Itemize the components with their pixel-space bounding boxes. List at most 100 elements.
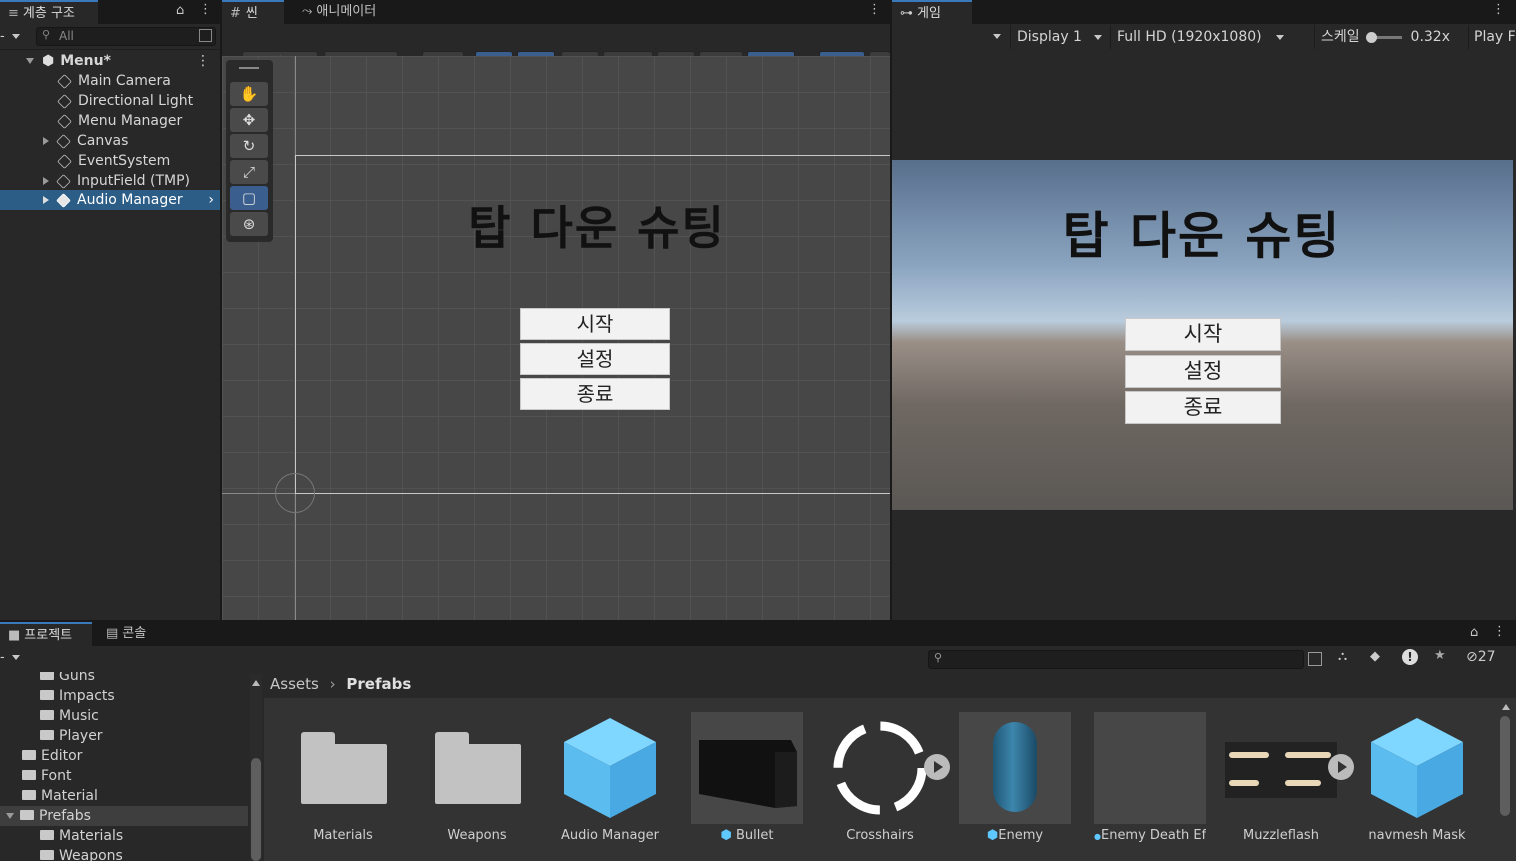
asset-tile[interactable]: Muzzleflash xyxy=(1225,712,1354,843)
play-preview-icon[interactable] xyxy=(1328,754,1354,780)
lock-icon[interactable]: ⌂ xyxy=(176,3,184,18)
asset-tile[interactable]: Crosshairs xyxy=(824,712,950,843)
collapse-icon[interactable] xyxy=(6,813,14,819)
hierarchy-item[interactable]: Canvas xyxy=(0,131,220,151)
asset-tile[interactable]: ⬢Enemy xyxy=(959,712,1071,843)
asset-grid-scrollbar[interactable] xyxy=(1500,702,1512,861)
folder-tree-item-selected[interactable]: Prefabs xyxy=(0,806,248,826)
eye-slash-icon: ⊘ xyxy=(1466,649,1478,665)
scroll-up-arrow-icon[interactable] xyxy=(1502,704,1510,710)
folder-tree-item[interactable]: Weapons xyxy=(0,846,248,861)
asset-tile[interactable]: ⬢ Bullet xyxy=(691,712,803,843)
slider-track[interactable] xyxy=(1366,31,1403,43)
expand-search-icon[interactable] xyxy=(1308,652,1322,666)
expand-icon[interactable] xyxy=(43,177,49,185)
slider-knob[interactable] xyxy=(1366,31,1378,43)
hierarchy-search-input[interactable]: ⚲ All xyxy=(36,27,216,46)
expand-search-icon[interactable] xyxy=(199,29,212,42)
prefab-small-icon: ⬢ xyxy=(720,828,732,843)
hand-tool-icon[interactable]: ✋ xyxy=(230,82,268,106)
kebab-menu-icon[interactable]: ⋮ xyxy=(868,2,881,17)
create-dropdown-icon[interactable]: - xyxy=(0,650,20,665)
asset-tile[interactable]: ●Enemy Death Ef... xyxy=(1094,712,1206,843)
transform-tool-icon[interactable]: ⊛ xyxy=(230,212,268,236)
drag-handle-icon[interactable] xyxy=(239,67,259,69)
folder-tree-item[interactable]: Editor xyxy=(0,746,248,766)
scale-tool-icon[interactable]: ⤢ xyxy=(230,160,268,184)
tab-animator[interactable]: ⤳ 애니메이터 xyxy=(294,0,414,24)
folder-tree-item[interactable]: Player xyxy=(0,726,248,746)
kebab-menu-icon[interactable]: ⋮ xyxy=(1492,2,1505,17)
scroll-up-arrow-icon[interactable] xyxy=(252,680,260,686)
hierarchy-item[interactable]: EventSystem xyxy=(0,151,220,171)
scroll-thumb[interactable] xyxy=(1500,716,1510,816)
asset-tile[interactable]: Materials xyxy=(287,712,399,843)
folder-icon xyxy=(40,730,54,740)
create-dropdown-icon[interactable]: - xyxy=(0,29,20,44)
search-placeholder: All xyxy=(59,29,74,43)
scene-kebab-icon[interactable]: ⋮ xyxy=(196,51,210,71)
scroll-thumb[interactable] xyxy=(251,758,261,861)
display-dropdown[interactable]: Display 1 xyxy=(1010,25,1106,49)
tab-game[interactable]: ⊶ 게임 xyxy=(892,0,972,24)
project-search-input[interactable]: ⚲ xyxy=(928,650,1304,669)
kebab-menu-icon[interactable]: ⋮ xyxy=(1493,624,1506,639)
expand-icon[interactable] xyxy=(43,196,49,204)
tab-project[interactable]: ■ 프로젝트 xyxy=(0,622,92,646)
hierarchy-item[interactable]: InputField (TMP) xyxy=(0,171,220,191)
resolution-dropdown[interactable]: Full HD (1920x1080) xyxy=(1110,25,1306,49)
game-mode-dropdown[interactable] xyxy=(993,34,1001,39)
scene-root-row[interactable]: ⬢ Menu* ⋮ xyxy=(0,51,220,71)
tab-console[interactable]: ▤ 콘솔 xyxy=(98,622,168,646)
folder-tree-item[interactable]: Impacts xyxy=(0,686,248,706)
lock-icon[interactable]: ⌂ xyxy=(1470,625,1478,640)
asset-tile[interactable]: navmesh Mask xyxy=(1361,712,1473,843)
hierarchy-item[interactable]: Main Camera xyxy=(0,71,220,91)
play-preview-icon[interactable] xyxy=(924,754,950,780)
folder-tree-item[interactable]: Guns xyxy=(0,672,248,686)
prefab-icon xyxy=(56,192,71,208)
hidden-count-badge[interactable]: ⊘27 xyxy=(1466,649,1496,665)
game-button-settings[interactable]: 설정 xyxy=(1125,355,1281,388)
game-button-start[interactable]: 시작 xyxy=(1125,318,1281,351)
folder-tree-item[interactable]: Music xyxy=(0,706,248,726)
rotate-tool-icon[interactable]: ↻ xyxy=(230,134,268,158)
scene-button-quit[interactable]: 종료 xyxy=(520,378,670,410)
asset-label: ⬢ Bullet xyxy=(720,828,774,843)
warning-filter-icon[interactable]: ! xyxy=(1402,649,1418,665)
project-folder-tree: Guns Impacts Music Player Editor Font Ma… xyxy=(0,672,248,861)
move-tool-icon[interactable]: ✥ xyxy=(230,108,268,132)
scale-slider[interactable]: 스케일 0.32x xyxy=(1314,25,1464,49)
asset-tile[interactable]: Audio Manager xyxy=(554,712,666,843)
tree-scrollbar[interactable] xyxy=(250,674,262,861)
hierarchy-item-selected[interactable]: Audio Manager › xyxy=(0,190,220,210)
scene-viewport[interactable]: 탑 다운 슈팅 시작 설정 종료 xyxy=(222,56,890,620)
chevron-right-icon[interactable]: › xyxy=(208,190,214,210)
hierarchy-item[interactable]: Menu Manager xyxy=(0,111,220,131)
play-focused-dropdown[interactable]: Play F xyxy=(1468,25,1516,49)
asset-tile[interactable]: Weapons xyxy=(421,712,533,843)
filter-type-icon[interactable]: ⛬ xyxy=(1338,649,1347,664)
scene-button-start[interactable]: 시작 xyxy=(520,308,670,340)
hierarchy-item[interactable]: Directional Light xyxy=(0,91,220,111)
breadcrumb-prefabs[interactable]: Prefabs xyxy=(346,675,411,693)
rect-tool-icon[interactable]: ▢ xyxy=(230,186,268,210)
gameobject-icon xyxy=(57,153,72,169)
expand-icon[interactable] xyxy=(43,137,49,145)
folder-tree-item[interactable]: Materials xyxy=(0,826,248,846)
label-tag-icon[interactable]: ◆ xyxy=(1370,649,1380,664)
kebab-menu-icon[interactable]: ⋮ xyxy=(199,2,212,17)
breadcrumb-assets[interactable]: Assets xyxy=(270,675,319,693)
folder-tree-item[interactable]: Material xyxy=(0,786,248,806)
game-viewport[interactable]: 탑 다운 슈팅 시작 설정 종료 xyxy=(892,160,1513,510)
tab-hierarchy[interactable]: ≡ 계층 구조 xyxy=(0,0,98,24)
folder-tree-item[interactable]: Font xyxy=(0,766,248,786)
enemy-capsule-thumbnail xyxy=(959,712,1071,824)
scene-button-settings[interactable]: 설정 xyxy=(520,343,670,375)
favorite-star-icon[interactable]: ★ xyxy=(1434,648,1446,663)
collapse-icon[interactable] xyxy=(26,58,34,64)
tab-scene[interactable]: # 씬 xyxy=(222,0,284,24)
game-button-quit[interactable]: 종료 xyxy=(1125,391,1281,424)
game-letterbox-top xyxy=(892,50,1516,160)
unity-scene-icon: ⬢ xyxy=(42,53,55,69)
